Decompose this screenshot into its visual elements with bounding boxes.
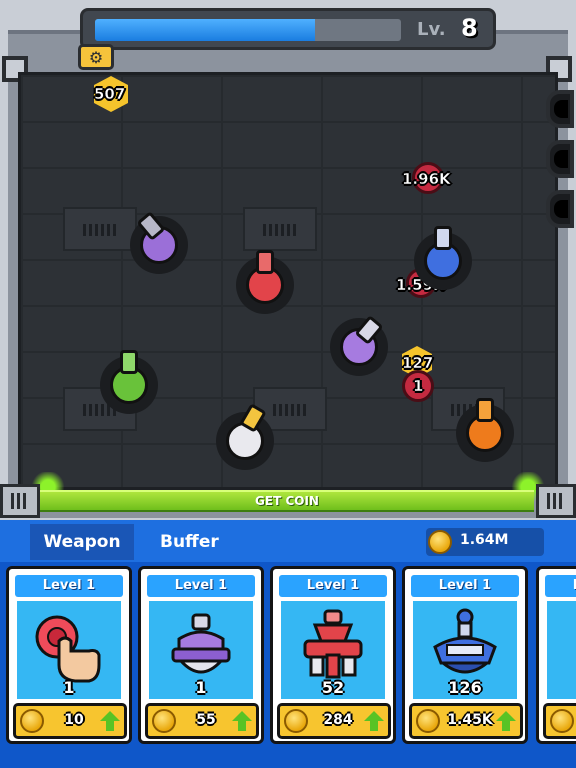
card-art: 1 — [17, 601, 121, 699]
level-progress-bar: Lv. 8 — [80, 8, 496, 50]
enemy-spawn-pipe — [546, 140, 574, 178]
enemy-spawn-pipe — [546, 190, 574, 228]
card-art: 126 — [413, 601, 517, 699]
tab-buffer[interactable]: Buffer — [146, 524, 233, 560]
coin-icon — [416, 709, 440, 733]
bar-endcap-left — [0, 484, 40, 518]
upgrade-price: 284 — [323, 712, 353, 728]
turret-red[interactable] — [236, 250, 294, 314]
card-count: 1 — [63, 678, 75, 697]
upgrade-button[interactable]: 10 — [13, 703, 127, 739]
weapon-card[interactable]: Level 1 1 10 — [6, 566, 132, 744]
weapon-card[interactable]: Level 1 52 284 — [270, 566, 396, 744]
card-count: 126 — [448, 678, 482, 697]
enemy-hp: 1 — [413, 377, 424, 396]
xp-fill — [95, 19, 316, 41]
coin-balance: 1.64M — [426, 528, 544, 556]
card-art — [547, 601, 576, 699]
coin-icon — [152, 709, 176, 733]
card-level: Level 1 — [147, 575, 255, 597]
weapon-card[interactable]: Level 1 1 55 — [138, 566, 264, 744]
coin-drop-value: 507 — [94, 85, 126, 104]
card-count: 1 — [195, 678, 207, 697]
coin-icon — [428, 530, 452, 554]
upgrade-price: 10 — [64, 712, 84, 728]
xp-track — [95, 19, 401, 41]
settings-button[interactable]: ⚙ — [78, 44, 114, 70]
upgrade-button[interactable]: 55 — [145, 703, 259, 739]
upgrade-button[interactable] — [543, 703, 576, 739]
turret-green[interactable] — [100, 350, 158, 414]
get-coin-label: GET COIN — [255, 494, 319, 508]
card-count: 52 — [321, 678, 345, 697]
card-art: 52 — [281, 601, 385, 699]
tab-weapon[interactable]: Weapon — [30, 524, 134, 560]
card-level: Level 1 — [545, 575, 576, 597]
upgrade-price: 55 — [196, 712, 216, 728]
coin-icon — [20, 709, 44, 733]
upgrade-button[interactable]: 1.45K — [409, 703, 523, 739]
level-label: Lv. — [417, 19, 446, 40]
coin-icon — [550, 709, 574, 733]
weapon-card-list[interactable]: Level 1 1 10 Level 1 1 55 Level 1 52 284… — [0, 562, 576, 768]
weapon-card[interactable]: Level 1 — [536, 566, 576, 744]
card-level: Level 1 — [279, 575, 387, 597]
weapon-card[interactable]: Level 1 126 1.45K — [402, 566, 528, 744]
coin-balance-value: 1.64M — [460, 532, 509, 548]
turret-yellow[interactable] — [216, 403, 274, 470]
enemy-hp: 1.96K — [402, 170, 451, 189]
gear-icon: ⚙ — [88, 47, 104, 67]
floor-vent — [243, 207, 317, 251]
upgrade-price: 1.45K — [447, 712, 493, 728]
card-art: 1 — [149, 601, 253, 699]
enemy-spawn-pipe — [546, 90, 574, 128]
bar-endcap-right — [536, 484, 576, 518]
card-level: Level 1 — [411, 575, 519, 597]
upgrade-button[interactable]: 284 — [277, 703, 391, 739]
floor-vent — [63, 207, 137, 251]
turret-orange[interactable] — [456, 398, 514, 462]
turret-purple[interactable] — [330, 315, 388, 376]
turret-purple-drill[interactable] — [130, 211, 188, 274]
get-coin-bar[interactable]: GET COIN — [0, 472, 576, 520]
turret-blue[interactable] — [414, 226, 472, 290]
get-coin-track: GET COIN — [40, 490, 534, 512]
coin-icon — [284, 709, 308, 733]
level-value: 8 — [461, 14, 478, 42]
card-level: Level 1 — [15, 575, 123, 597]
shop-tabs: Weapon Buffer 1.64M — [0, 520, 576, 562]
